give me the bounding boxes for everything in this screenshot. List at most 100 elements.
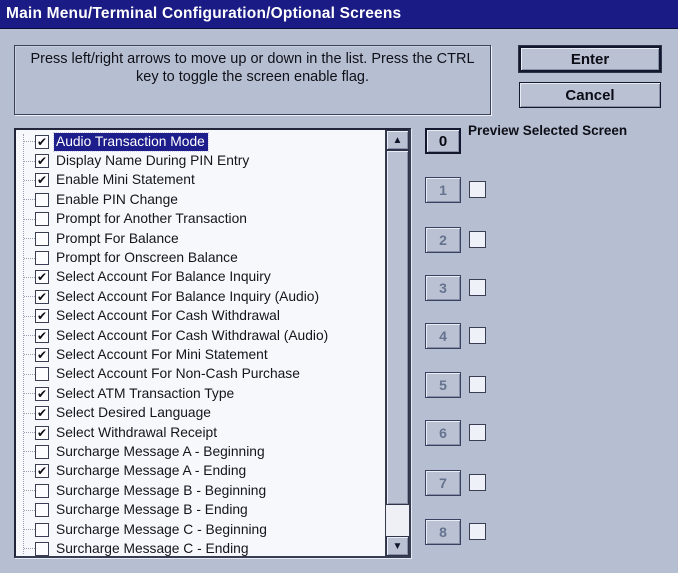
list-item: ✔ Select Withdrawal Receipt <box>16 423 385 442</box>
list-item: Prompt For Balance <box>16 229 385 248</box>
item-label[interactable]: Display Name During PIN Entry <box>54 152 252 170</box>
item-label[interactable]: Select Account For Balance Inquiry <box>54 268 274 286</box>
tree-branch-line <box>24 238 35 240</box>
item-checkbox[interactable] <box>35 231 49 246</box>
scroll-down-icon: ▼ <box>392 540 403 552</box>
preview-key-3-button[interactable]: 3 <box>425 275 461 301</box>
preview-key-7-button[interactable]: 7 <box>425 470 461 496</box>
item-label[interactable]: Prompt for Another Transaction <box>54 210 250 228</box>
preview-key-4-button[interactable]: 4 <box>425 323 461 349</box>
preview-key-8-checkbox[interactable] <box>469 523 486 540</box>
item-checkbox[interactable]: ✔ <box>35 425 49 440</box>
item-checkbox[interactable]: ✔ <box>35 347 49 362</box>
item-label[interactable]: Enable PIN Change <box>54 191 181 209</box>
cancel-button[interactable]: Cancel <box>519 82 661 108</box>
preview-key-2-checkbox[interactable] <box>469 231 486 248</box>
preview-key-2-button[interactable]: 2 <box>425 227 461 253</box>
item-label[interactable]: Select Account For Cash Withdrawal <box>54 307 283 325</box>
scroll-up-icon: ▲ <box>392 134 403 146</box>
item-label[interactable]: Select Account For Balance Inquiry (Audi… <box>54 288 322 306</box>
tree-branch-line <box>24 529 35 530</box>
instructions-text: Press left/right arrows to move up or do… <box>30 51 475 85</box>
item-checkbox[interactable] <box>35 367 49 382</box>
item-checkbox[interactable] <box>35 522 49 537</box>
list-item: ✔ Select Account For Balance Inquiry <box>16 268 385 287</box>
item-checkbox[interactable] <box>35 541 49 556</box>
item-checkbox[interactable] <box>35 483 49 498</box>
preview-key-4-checkbox[interactable] <box>469 327 486 344</box>
item-checkbox[interactable] <box>35 444 49 459</box>
tree-branch-line <box>24 432 35 434</box>
tree-branch-line <box>24 548 35 550</box>
enter-button[interactable]: Enter <box>519 46 661 72</box>
item-label[interactable]: Surcharge Message B - Ending <box>54 501 251 519</box>
list-item: ✔ Select ATM Transaction Type <box>16 384 385 403</box>
preview-key-1-button[interactable]: 1 <box>425 177 461 203</box>
item-label[interactable]: Audio Transaction Mode <box>53 131 209 152</box>
item-checkbox[interactable]: ✔ <box>35 154 49 169</box>
preview-key-6-button[interactable]: 6 <box>425 420 461 446</box>
scrollbar-thumb[interactable] <box>386 150 409 505</box>
item-label[interactable]: Select Account For Non-Cash Purchase <box>54 365 303 383</box>
list-item: ✔ Select Account For Mini Statement <box>16 345 385 364</box>
tree-branch-line <box>24 296 35 298</box>
item-checkbox[interactable]: ✔ <box>35 464 49 479</box>
item-label[interactable]: Select Account For Cash Withdrawal (Audi… <box>54 327 331 345</box>
scroll-up-button[interactable]: ▲ <box>386 130 409 150</box>
list-scrollbar[interactable]: ▲ ▼ <box>385 130 409 556</box>
checkmark-icon: ✔ <box>36 289 48 304</box>
checkmark-icon: ✔ <box>36 406 48 421</box>
preview-key-0-button[interactable]: 0 <box>425 128 461 154</box>
item-checkbox[interactable]: ✔ <box>35 289 49 304</box>
list-item: Surcharge Message B - Beginning <box>16 481 385 500</box>
tree-branch-line <box>24 490 35 492</box>
item-label[interactable]: Select Withdrawal Receipt <box>54 424 220 442</box>
tree-branch-line <box>24 276 35 278</box>
preview-key-7-checkbox[interactable] <box>469 474 486 491</box>
item-label[interactable]: Surcharge Message B - Beginning <box>54 482 269 500</box>
titlebar: Main Menu/Terminal Configuration/Optiona… <box>0 0 678 29</box>
checkmark-icon: ✔ <box>36 386 48 401</box>
item-checkbox[interactable]: ✔ <box>35 406 49 421</box>
instructions-box: Press left/right arrows to move up or do… <box>14 45 491 115</box>
item-checkbox[interactable] <box>35 251 49 266</box>
item-label[interactable]: Surcharge Message C - Beginning <box>54 521 270 539</box>
item-label[interactable]: Surcharge Message C - Ending <box>54 540 252 558</box>
item-checkbox[interactable]: ✔ <box>35 386 49 401</box>
preview-key-5-button[interactable]: 5 <box>425 372 461 398</box>
item-checkbox[interactable]: ✔ <box>35 270 49 285</box>
item-label[interactable]: Enable Mini Statement <box>54 171 198 189</box>
list-item: Surcharge Message C - Ending <box>16 539 385 558</box>
item-checkbox[interactable]: ✔ <box>35 173 49 188</box>
item-label[interactable]: Prompt for Onscreen Balance <box>54 249 241 267</box>
preview-key-6-checkbox[interactable] <box>469 424 486 441</box>
item-label[interactable]: Prompt For Balance <box>54 230 182 248</box>
item-checkbox[interactable]: ✔ <box>35 134 49 149</box>
preview-key-5-checkbox[interactable] <box>469 376 486 393</box>
optional-screens-list: ✔ Audio Transaction Mode ✔ Display Name Dur… <box>14 128 411 558</box>
item-checkbox[interactable] <box>35 212 49 227</box>
preview-selected-screen-label: Preview Selected Screen <box>468 123 628 138</box>
tree-branch-line <box>24 141 35 143</box>
tree-branch-line <box>24 199 35 201</box>
item-checkbox[interactable]: ✔ <box>35 328 49 343</box>
preview-key-8-button[interactable]: 8 <box>425 519 461 545</box>
tree-branch-line <box>24 257 35 259</box>
checkmark-icon: ✔ <box>36 464 48 479</box>
list-item: Select Account For Non-Cash Purchase <box>16 365 385 384</box>
item-checkbox[interactable] <box>35 192 49 207</box>
tree-branch-line <box>24 509 35 511</box>
item-label[interactable]: Surcharge Message A - Ending <box>54 462 249 480</box>
item-label[interactable]: Surcharge Message A - Beginning <box>54 443 268 461</box>
item-label[interactable]: Select Desired Language <box>54 404 214 422</box>
scroll-down-button[interactable]: ▼ <box>386 536 409 556</box>
window-title: Main Menu/Terminal Configuration/Optiona… <box>6 5 402 22</box>
item-checkbox[interactable]: ✔ <box>35 309 49 324</box>
preview-key-1-checkbox[interactable] <box>469 181 486 198</box>
item-label[interactable]: Select Account For Mini Statement <box>54 346 271 364</box>
item-checkbox[interactable] <box>35 503 49 518</box>
preview-key-3-checkbox[interactable] <box>469 279 486 296</box>
item-label[interactable]: Select ATM Transaction Type <box>54 385 237 403</box>
scrollbar-track[interactable] <box>386 505 409 536</box>
tree-branch-line <box>24 373 35 375</box>
